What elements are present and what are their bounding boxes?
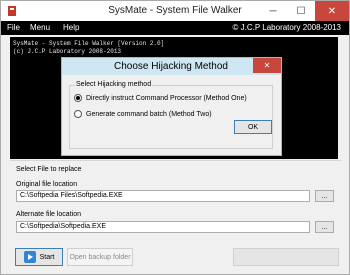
minimize-button[interactable]: ─ bbox=[259, 1, 287, 21]
menu-menu[interactable]: Menu bbox=[30, 23, 50, 32]
open-backup-folder-button[interactable]: Open backup folder bbox=[67, 248, 133, 266]
play-icon bbox=[23, 251, 36, 263]
copyright-text: © J.C.P Laboratory 2008-2013 bbox=[232, 23, 341, 32]
original-file-field[interactable]: C:\Softpedia Files\Softpedia.EXE bbox=[16, 190, 310, 202]
radio-label: Directly instruct Command Processor (Met… bbox=[86, 94, 247, 102]
menu-file[interactable]: File bbox=[7, 23, 20, 32]
original-file-label: Original file location bbox=[16, 181, 78, 188]
dialog-title-bar: Choose Hijacking Method ✕ bbox=[62, 58, 281, 75]
hijack-method-group: Select Hijacking method Directly instruc… bbox=[69, 81, 273, 149]
alternate-file-label: Alternate file location bbox=[16, 211, 81, 218]
ok-button[interactable]: OK bbox=[234, 120, 272, 134]
maximize-button[interactable]: ☐ bbox=[287, 1, 315, 21]
section-divider bbox=[10, 160, 341, 161]
title-bar: SysMate - System File Walker ─ ☐ ✕ bbox=[1, 1, 349, 21]
hijack-method-dialog: Choose Hijacking Method ✕ Select Hijacki… bbox=[61, 57, 282, 156]
radio-method-two[interactable]: Generate command batch (Method Two) bbox=[74, 110, 212, 118]
browse-alternate-button[interactable]: ... bbox=[315, 221, 334, 233]
section-title: Select File to replace bbox=[16, 166, 82, 173]
dialog-title: Choose Hijacking Method bbox=[114, 61, 228, 72]
group-label: Select Hijacking method bbox=[75, 81, 153, 88]
radio-unselected-icon bbox=[74, 110, 82, 118]
start-label: Start bbox=[39, 253, 55, 261]
start-button[interactable]: Start bbox=[15, 248, 63, 266]
menu-help[interactable]: Help bbox=[63, 23, 79, 32]
close-button[interactable]: ✕ bbox=[315, 1, 349, 21]
browse-original-button[interactable]: ... bbox=[315, 190, 334, 202]
alternate-file-field[interactable]: C:\Softpedia\Softpedia.EXE bbox=[16, 221, 310, 233]
radio-method-one[interactable]: Directly instruct Command Processor (Met… bbox=[74, 94, 247, 102]
console-line: SysMate - System File Walker [Version 2.… bbox=[13, 40, 165, 47]
console-line: (c) J.C.P Laboratory 2008-2013 bbox=[13, 48, 122, 55]
menu-bar: File Menu Help © J.C.P Laboratory 2008-2… bbox=[1, 21, 349, 35]
dialog-close-button[interactable]: ✕ bbox=[253, 58, 281, 73]
blank-status-button bbox=[233, 248, 339, 266]
radio-label: Generate command batch (Method Two) bbox=[86, 110, 212, 118]
radio-selected-icon bbox=[74, 94, 82, 102]
sysmate-window: SysMate - System File Walker ─ ☐ ✕ File … bbox=[0, 0, 350, 275]
